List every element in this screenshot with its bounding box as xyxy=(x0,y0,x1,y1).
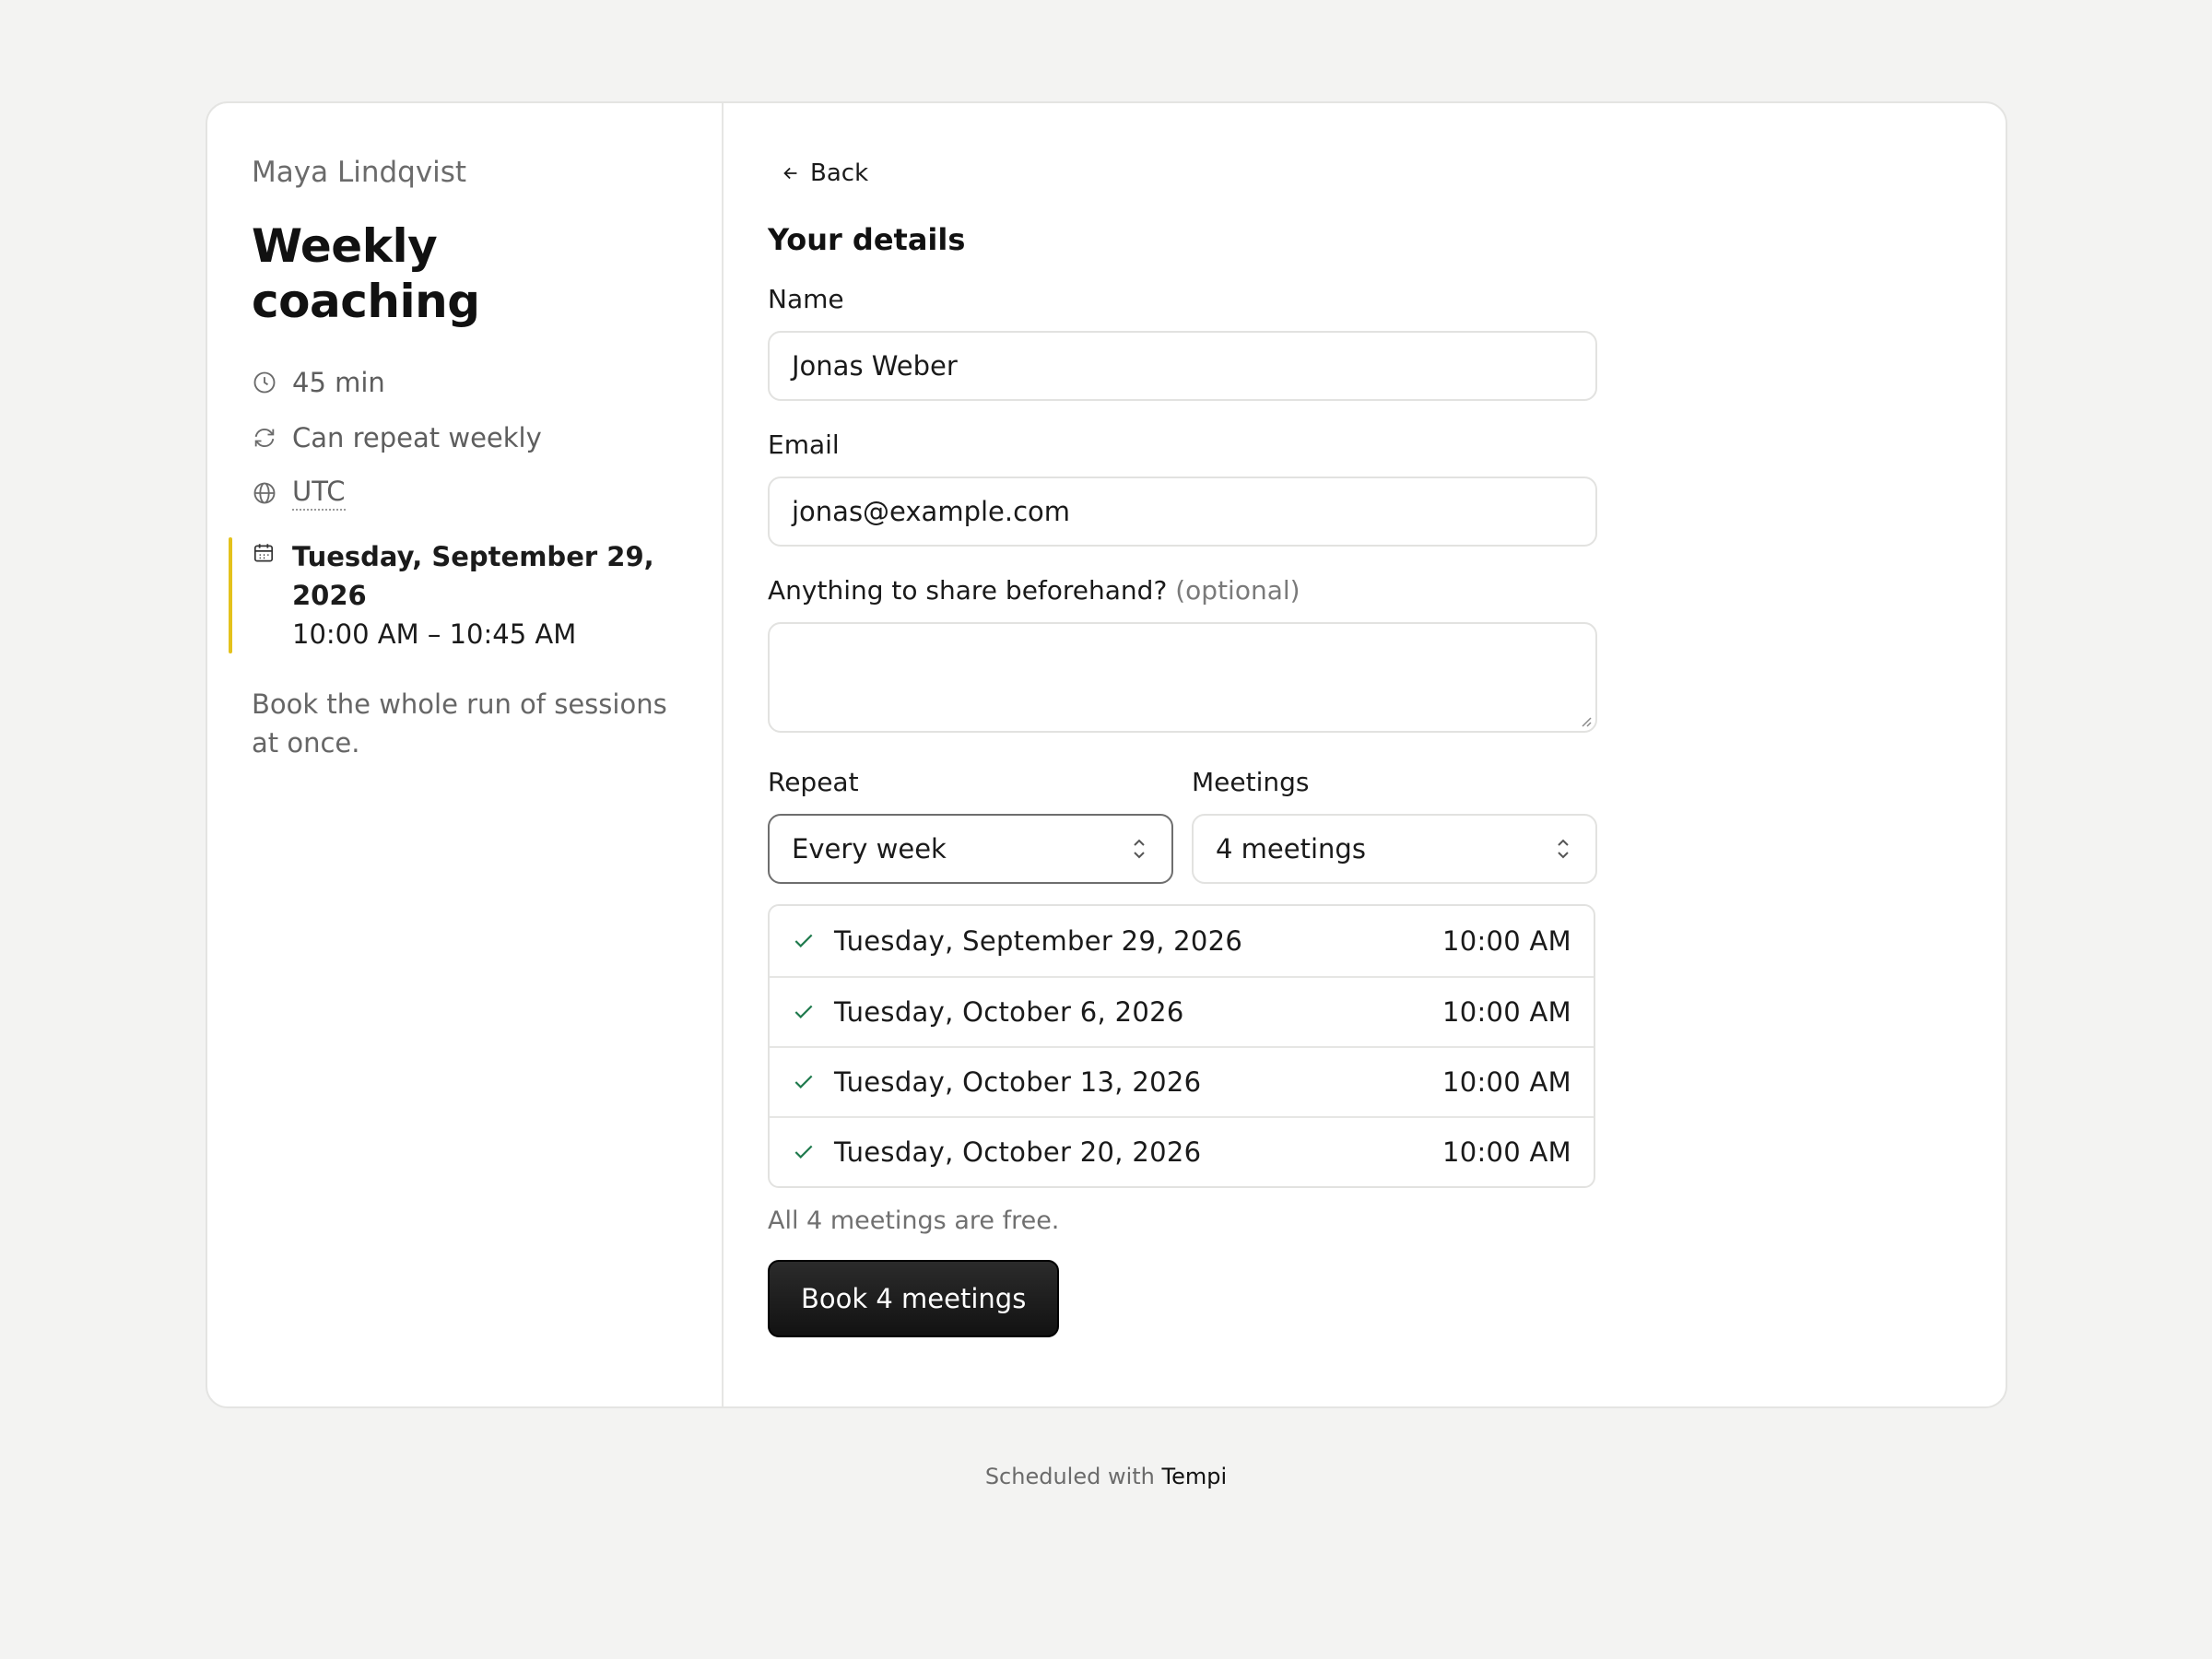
section-title: Your details xyxy=(768,222,966,257)
repeat-label: Repeat xyxy=(768,767,859,797)
event-meta: 45 min Can repeat weekly UTC xyxy=(252,355,677,521)
occurrence-list: Tuesday, September 29, 2026 10:00 AM Tue… xyxy=(768,904,1595,1188)
occurrence-date: Tuesday, October 13, 2026 xyxy=(834,1066,1202,1098)
chevron-up-down-icon xyxy=(1134,839,1145,859)
clock-icon xyxy=(253,371,276,394)
duration-label: 45 min xyxy=(292,367,385,398)
details-form: Back Your details Name Jonas Weber Email… xyxy=(724,103,2006,1406)
name-label: Name xyxy=(768,284,844,314)
brand-link[interactable]: Tempi xyxy=(1162,1464,1228,1489)
host-name: Maya Lindqvist xyxy=(252,156,467,189)
occurrence-time: 10:00 AM xyxy=(1441,925,1571,957)
repeat-info-label: Can repeat weekly xyxy=(292,422,542,453)
footer-prefix: Scheduled with xyxy=(984,1464,1155,1489)
occurrence-time: 10:00 AM xyxy=(1441,996,1571,1028)
check-icon xyxy=(794,934,813,947)
recurrence-fields: Repeat Every week Meetings 4 meetings xyxy=(768,766,1961,884)
notes-textarea[interactable] xyxy=(768,622,1597,733)
event-title: Weekly coaching xyxy=(252,219,480,328)
optional-hint: (optional) xyxy=(1175,575,1300,606)
duration-row: 45 min xyxy=(252,355,677,410)
repeat-icon xyxy=(254,429,275,447)
check-icon xyxy=(794,1005,813,1018)
book-button[interactable]: Book 4 meetings xyxy=(768,1260,1060,1337)
name-input[interactable]: Jonas Weber xyxy=(768,331,1597,401)
check-icon xyxy=(794,1145,813,1159)
name-field-group: Name Jonas Weber xyxy=(768,283,1961,401)
notes-label-text: Anything to share beforehand? xyxy=(768,575,1168,606)
repeat-field-group: Repeat Every week xyxy=(768,766,1173,884)
back-label: Back xyxy=(810,159,869,187)
meetings-value: 4 meetings xyxy=(1216,833,1366,865)
meetings-select[interactable]: 4 meetings xyxy=(1192,814,1597,884)
occurrence-row: Tuesday, October 6, 2026 10:00 AM xyxy=(770,976,1594,1046)
timezone-label[interactable]: UTC xyxy=(292,476,346,511)
repeat-info-row: Can repeat weekly xyxy=(252,410,677,465)
timezone-row[interactable]: UTC xyxy=(252,465,677,521)
calendar-icon xyxy=(253,544,274,562)
email-label: Email xyxy=(768,429,840,460)
occurrence-row: Tuesday, October 13, 2026 10:00 AM xyxy=(770,1046,1594,1116)
occurrence-row: Tuesday, October 20, 2026 10:00 AM xyxy=(770,1116,1594,1186)
chevron-up-down-icon xyxy=(1558,839,1569,859)
resize-handle-icon[interactable] xyxy=(1577,712,1592,727)
back-button[interactable]: Back xyxy=(766,154,883,193)
notes-field-group: Anything to share beforehand? (optional) xyxy=(768,574,1961,733)
occurrence-time: 10:00 AM xyxy=(1441,1066,1571,1098)
selected-slot: Tuesday, September 29, 2026 10:00 AM – 1… xyxy=(207,537,677,653)
arrow-left-icon xyxy=(783,167,797,180)
email-field-group: Email jonas@example.com xyxy=(768,429,1961,547)
occurrence-time: 10:00 AM xyxy=(1441,1136,1571,1168)
occurrence-date: Tuesday, October 20, 2026 xyxy=(834,1136,1202,1168)
globe-icon xyxy=(253,482,276,504)
selected-time-range: 10:00 AM – 10:45 AM xyxy=(292,618,577,650)
repeat-select[interactable]: Every week xyxy=(768,814,1173,884)
event-summary-panel: Maya Lindqvist Weekly coaching 45 min Ca… xyxy=(207,103,724,1406)
event-description: Book the whole run of sessions at once. xyxy=(252,688,667,759)
occurrence-date: Tuesday, September 29, 2026 xyxy=(834,925,1243,957)
selected-date: Tuesday, September 29, 2026 xyxy=(292,541,654,611)
booking-card: Maya Lindqvist Weekly coaching 45 min Ca… xyxy=(206,101,2007,1408)
occurrence-date: Tuesday, October 6, 2026 xyxy=(834,996,1184,1028)
notes-label: Anything to share beforehand? (optional) xyxy=(768,574,1961,607)
occurrence-row: Tuesday, September 29, 2026 10:00 AM xyxy=(770,906,1594,976)
repeat-value: Every week xyxy=(792,833,947,865)
meetings-field-group: Meetings 4 meetings xyxy=(1192,766,1597,884)
email-input[interactable]: jonas@example.com xyxy=(768,477,1597,547)
footer: Scheduled with Tempi xyxy=(0,1464,2212,1489)
pricing-note: All 4 meetings are free. xyxy=(768,1206,1060,1235)
check-icon xyxy=(794,1075,813,1088)
meetings-label: Meetings xyxy=(1192,767,1310,797)
